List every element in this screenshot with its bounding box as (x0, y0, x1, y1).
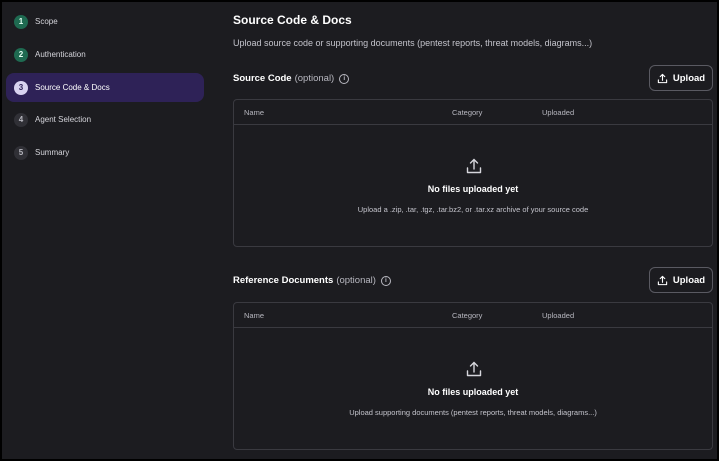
table-header: Name Category Uploaded (234, 100, 712, 125)
column-name[interactable]: Name (244, 108, 264, 117)
column-uploaded[interactable]: Uploaded (542, 311, 574, 320)
step-label: Summary (35, 148, 70, 157)
optional-label: (optional) (336, 275, 376, 286)
step-agent-selection[interactable]: 4 Agent Selection (6, 105, 204, 134)
app-frame: 1 Scope 2 Authentication 3 Source Code &… (0, 0, 719, 461)
column-name[interactable]: Name (244, 311, 264, 320)
step-label: Scope (35, 17, 58, 26)
source-code-table: Name Category Uploaded No files uploaded… (233, 99, 713, 247)
info-icon[interactable]: i (380, 275, 391, 286)
upload-icon (466, 158, 482, 174)
upload-icon (466, 361, 482, 377)
step-number: 3 (14, 80, 28, 95)
step-summary[interactable]: 5 Summary (6, 138, 204, 167)
step-number: 4 (14, 112, 28, 127)
empty-state-title: No files uploaded yet (427, 184, 519, 194)
main-content: Source Code & Docs Upload source code or… (206, 4, 717, 459)
step-source-code-docs[interactable]: 3 Source Code & Docs (6, 73, 204, 102)
empty-state-title: No files uploaded yet (427, 387, 519, 397)
source-code-upload-button[interactable]: Upload (649, 65, 713, 91)
optional-label: (optional) (294, 73, 335, 84)
info-icon[interactable]: i (339, 73, 350, 84)
page-title: Source Code & Docs (233, 13, 352, 27)
empty-state-description: Upload supporting documents (pentest rep… (349, 408, 597, 417)
step-label: Authentication (35, 50, 86, 59)
column-uploaded[interactable]: Uploaded (542, 108, 574, 117)
source-code-heading: Source Code (optional) i (233, 73, 350, 84)
column-category[interactable]: Category (452, 311, 482, 320)
step-number: 5 (14, 145, 28, 160)
upload-icon (657, 275, 668, 285)
upload-label: Upload (672, 72, 706, 84)
section-title: Reference Documents (233, 275, 334, 286)
step-label: Agent Selection (35, 115, 92, 124)
reference-docs-table: Name Category Uploaded No files uploaded… (233, 302, 713, 450)
page-subtitle: Upload source code or supporting documen… (233, 38, 593, 48)
reference-docs-heading: Reference Documents (optional) i (233, 275, 391, 286)
upload-label: Upload (672, 274, 706, 286)
wizard-sidebar: 1 Scope 2 Authentication 3 Source Code &… (4, 4, 206, 459)
step-label: Source Code & Docs (35, 83, 110, 92)
reference-docs-upload-button[interactable]: Upload (649, 267, 713, 293)
step-number: 2 (14, 47, 28, 62)
step-number: 1 (14, 14, 28, 29)
table-header: Name Category Uploaded (234, 303, 712, 328)
upload-icon (657, 73, 668, 83)
empty-state-description: Upload a .zip, .tar, .tgz, .tar.bz2, or … (357, 205, 589, 214)
section-title: Source Code (233, 73, 292, 84)
step-authentication[interactable]: 2 Authentication (6, 40, 204, 69)
step-scope[interactable]: 1 Scope (6, 7, 204, 36)
column-category[interactable]: Category (452, 108, 482, 117)
